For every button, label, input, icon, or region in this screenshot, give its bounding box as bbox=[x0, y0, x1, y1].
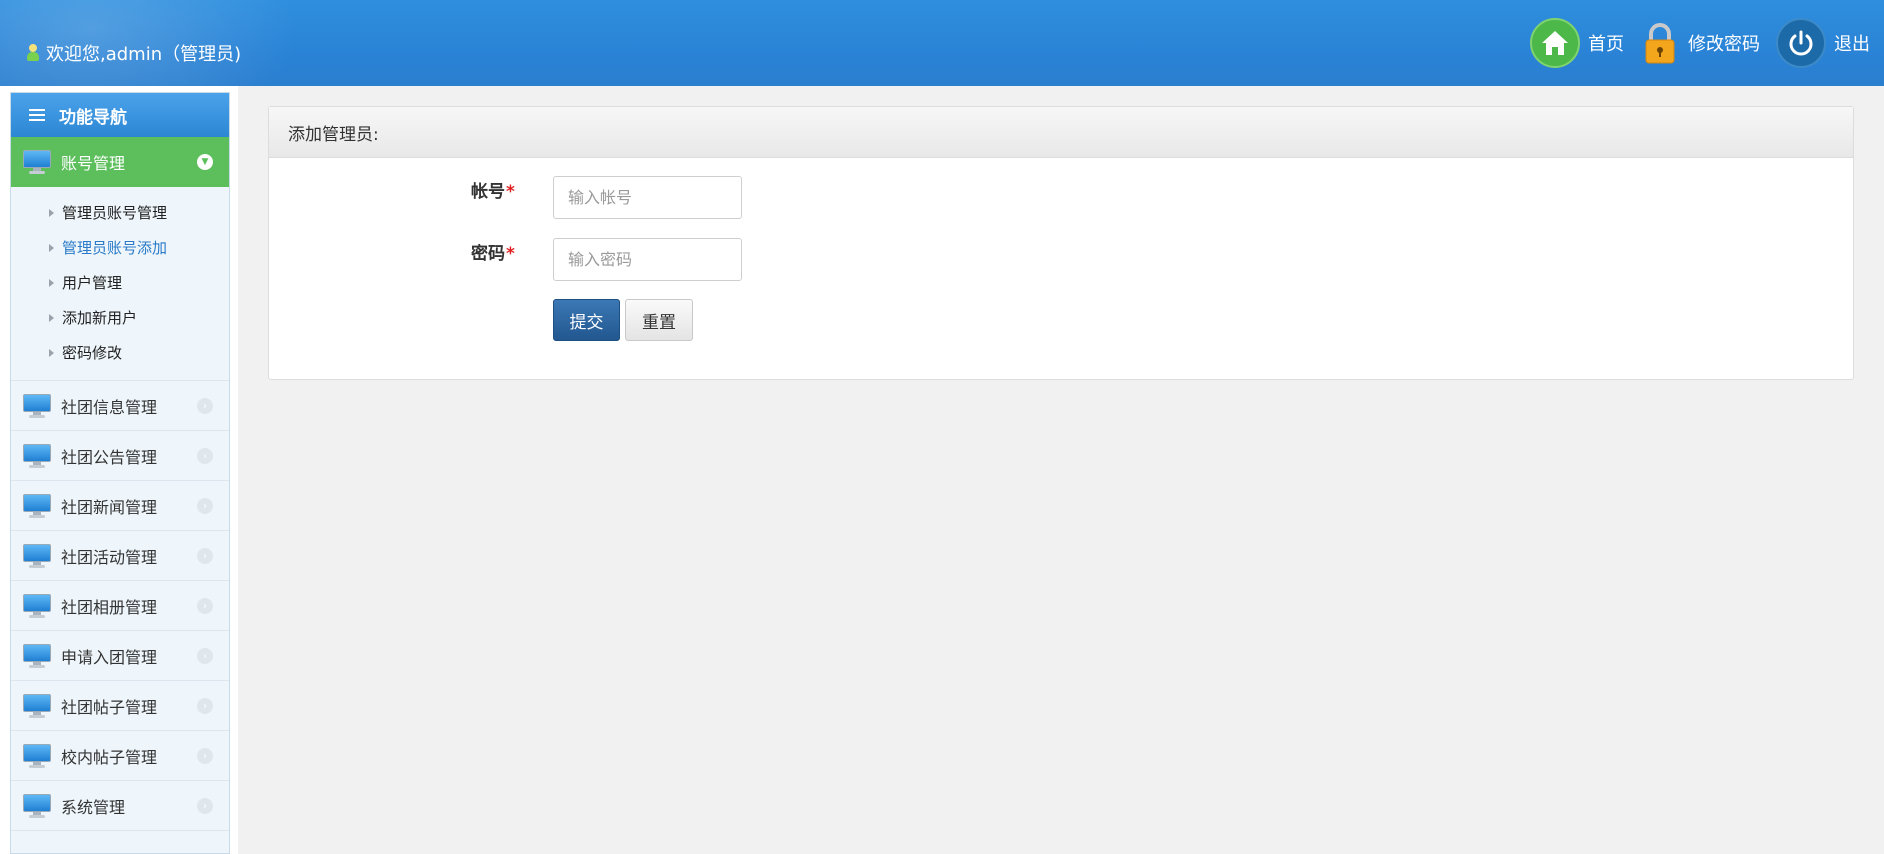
change-password-label: 修改密码 bbox=[1688, 34, 1760, 55]
chevron-right-icon: › bbox=[197, 498, 213, 514]
sidebar-group-campus-posts[interactable]: 校内帖子管理 › bbox=[11, 731, 229, 781]
sidebar-group-club-album[interactable]: 社团相册管理 › bbox=[11, 581, 229, 631]
submenu-item-label: 管理员账号添加 bbox=[62, 239, 168, 257]
sidebar-group-label: 社团信息管理 bbox=[61, 397, 158, 417]
password-input[interactable] bbox=[553, 238, 742, 281]
required-mark: * bbox=[506, 244, 515, 264]
chevron-right-icon: › bbox=[197, 598, 213, 614]
home-label: 首页 bbox=[1588, 34, 1624, 55]
monitor-icon bbox=[23, 493, 51, 518]
chevron-right-icon: › bbox=[197, 698, 213, 714]
caret-right-icon bbox=[49, 243, 54, 252]
submenu-item-add-user[interactable]: 添加新用户 bbox=[11, 300, 229, 335]
sidebar-group-join-request[interactable]: 申请入团管理 › bbox=[11, 631, 229, 681]
sidebar-group-label: 社团相册管理 bbox=[61, 597, 158, 617]
chevron-right-icon: › bbox=[197, 748, 213, 764]
chevron-right-icon: › bbox=[197, 798, 213, 814]
account-label-text: 帐号 bbox=[471, 182, 505, 202]
top-header: 欢迎您,admin（管理员) 首页 修改密码 退出 bbox=[0, 0, 1884, 86]
sidebar-group-club-news[interactable]: 社团新闻管理 › bbox=[11, 481, 229, 531]
monitor-icon bbox=[23, 743, 51, 768]
monitor-icon bbox=[23, 443, 51, 468]
chevron-right-icon: › bbox=[197, 398, 213, 414]
list-icon bbox=[29, 108, 45, 122]
sidebar-group-system[interactable]: 系统管理 › bbox=[11, 781, 229, 831]
sidebar-group-label: 社团公告管理 bbox=[61, 447, 158, 467]
reset-button[interactable]: 重置 bbox=[625, 299, 693, 341]
nav-title-text: 功能导航 bbox=[59, 107, 127, 128]
power-icon bbox=[1776, 18, 1826, 68]
chevron-down-icon: ▼ bbox=[197, 154, 213, 170]
submenu-item-label: 添加新用户 bbox=[62, 309, 138, 327]
chevron-right-icon: › bbox=[197, 448, 213, 464]
submenu-item-change-password[interactable]: 密码修改 bbox=[11, 335, 229, 370]
sidebar-group-club-notice[interactable]: 社团公告管理 › bbox=[11, 431, 229, 481]
top-actions: 首页 修改密码 退出 bbox=[1514, 18, 1870, 68]
sidebar: 功能导航 账号管理 ▼ 管理员账号管理 管理员账号添加 用户管理 添加新用户 密… bbox=[10, 92, 230, 854]
required-mark: * bbox=[506, 182, 515, 202]
chevron-right-icon: › bbox=[197, 648, 213, 664]
account-label: 帐号* bbox=[471, 177, 515, 202]
home-icon bbox=[1530, 18, 1580, 68]
monitor-icon bbox=[23, 593, 51, 618]
welcome-message: 欢迎您,admin（管理员) bbox=[26, 40, 241, 66]
chevron-right-icon: › bbox=[197, 548, 213, 564]
monitor-icon bbox=[23, 543, 51, 568]
change-password-link[interactable]: 修改密码 bbox=[1640, 18, 1760, 68]
sidebar-group-label: 系统管理 bbox=[61, 797, 126, 817]
submenu-item-label: 用户管理 bbox=[62, 274, 123, 292]
submenu-item-admin-add[interactable]: 管理员账号添加 bbox=[11, 230, 229, 265]
caret-right-icon bbox=[49, 208, 54, 217]
sidebar-group-label: 社团帖子管理 bbox=[61, 697, 158, 717]
sidebar-group-club-posts[interactable]: 社团帖子管理 › bbox=[11, 681, 229, 731]
user-icon bbox=[26, 44, 40, 62]
monitor-icon bbox=[23, 150, 51, 174]
logout-label: 退出 bbox=[1834, 34, 1870, 55]
welcome-text: 欢迎您,admin（管理员) bbox=[46, 44, 242, 65]
monitor-icon bbox=[23, 393, 51, 418]
submenu-item-label: 管理员账号管理 bbox=[62, 204, 168, 222]
sidebar-group-club-info[interactable]: 社团信息管理 › bbox=[11, 381, 229, 431]
nav-title: 功能导航 bbox=[11, 93, 229, 137]
sidebar-group-account[interactable]: 账号管理 ▼ bbox=[11, 137, 229, 187]
monitor-icon bbox=[23, 693, 51, 718]
sidebar-group-label: 账号管理 bbox=[61, 154, 126, 173]
caret-right-icon bbox=[49, 313, 54, 322]
password-label: 密码* bbox=[471, 239, 515, 264]
add-admin-panel: 添加管理员: 帐号* 密码* 提交 重置 bbox=[268, 106, 1854, 380]
home-link[interactable]: 首页 bbox=[1530, 18, 1624, 68]
submenu-item-label: 密码修改 bbox=[62, 344, 123, 362]
lock-icon bbox=[1640, 18, 1680, 68]
caret-right-icon bbox=[49, 348, 54, 357]
sidebar-group-label: 校内帖子管理 bbox=[61, 747, 158, 767]
logout-link[interactable]: 退出 bbox=[1776, 18, 1870, 68]
panel-title: 添加管理员: bbox=[269, 107, 1853, 158]
account-submenu: 管理员账号管理 管理员账号添加 用户管理 添加新用户 密码修改 bbox=[11, 187, 229, 381]
sidebar-group-label: 社团活动管理 bbox=[61, 547, 158, 567]
caret-right-icon bbox=[49, 278, 54, 287]
password-label-text: 密码 bbox=[471, 244, 505, 264]
monitor-icon bbox=[23, 793, 51, 818]
account-input[interactable] bbox=[553, 176, 742, 219]
sidebar-group-label: 申请入团管理 bbox=[61, 647, 158, 667]
monitor-icon bbox=[23, 643, 51, 668]
sidebar-group-club-activity[interactable]: 社团活动管理 › bbox=[11, 531, 229, 581]
submit-button[interactable]: 提交 bbox=[553, 299, 620, 341]
submenu-item-user-manage[interactable]: 用户管理 bbox=[11, 265, 229, 300]
submenu-item-admin-manage[interactable]: 管理员账号管理 bbox=[11, 195, 229, 230]
sidebar-group-label: 社团新闻管理 bbox=[61, 497, 158, 517]
